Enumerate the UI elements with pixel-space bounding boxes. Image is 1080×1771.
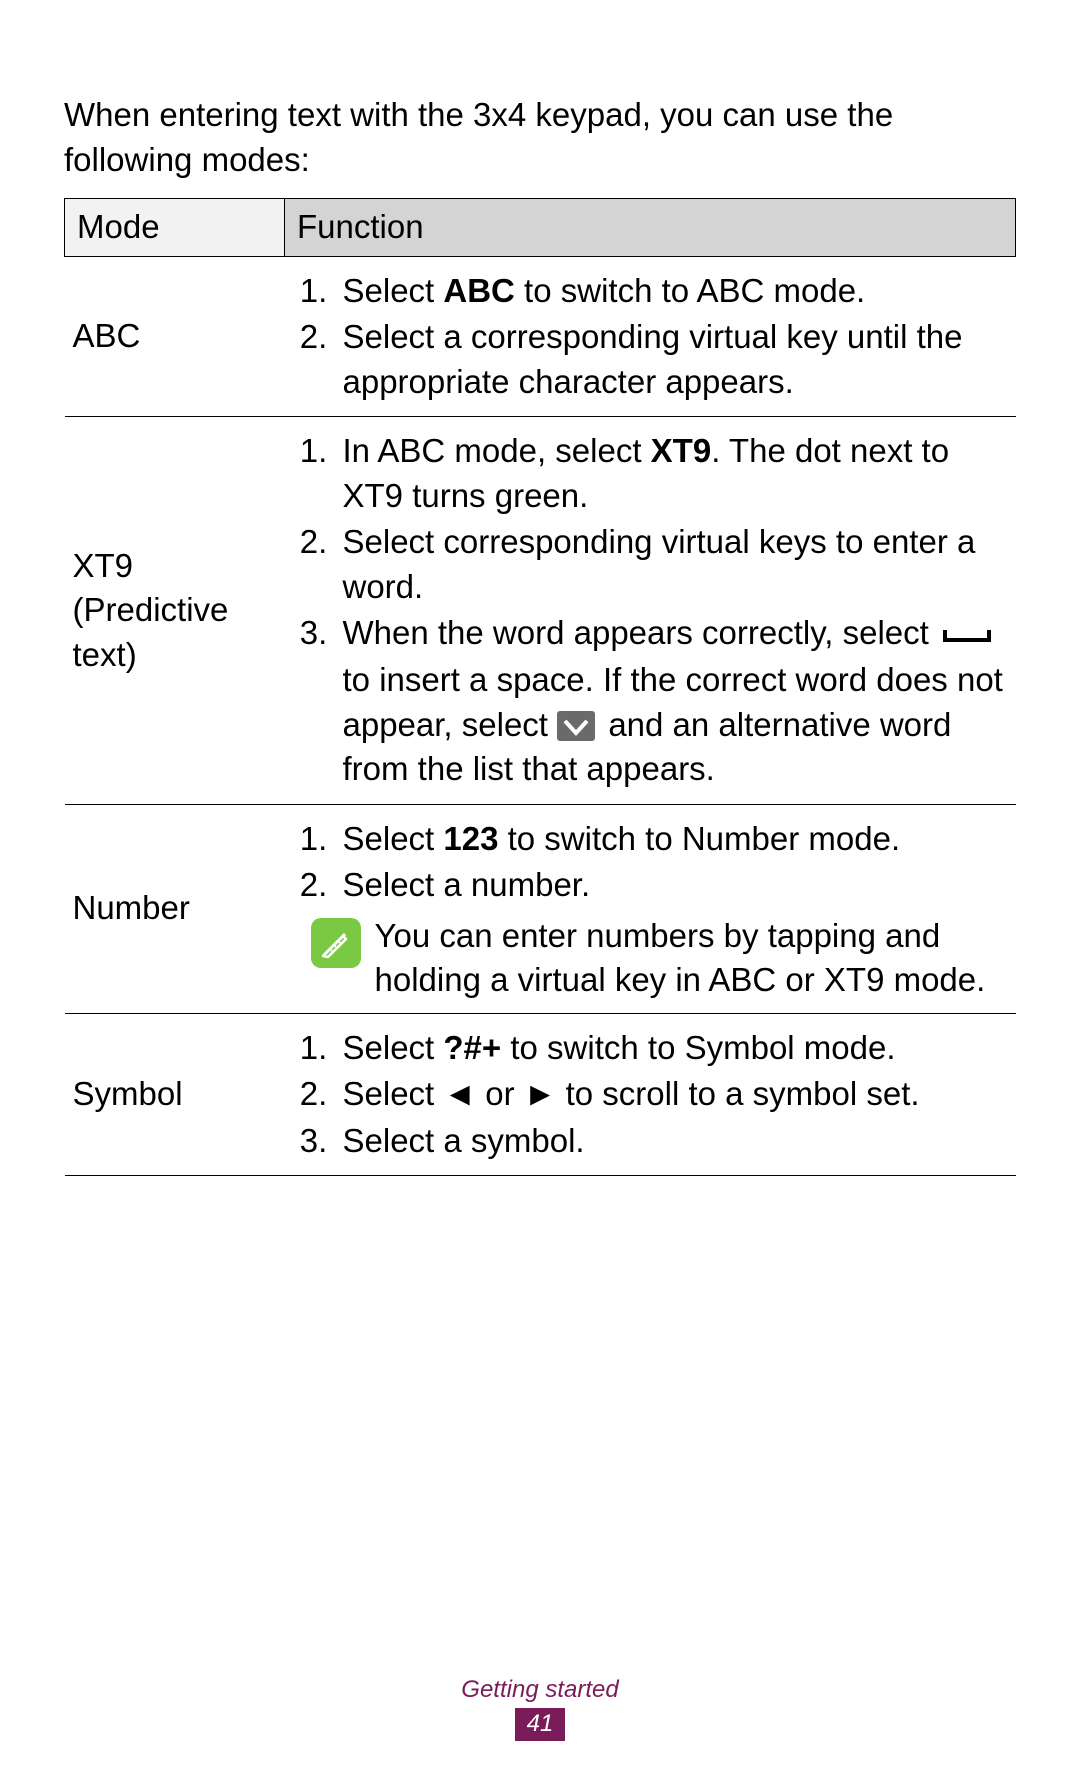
note-block: You can enter numbers by tapping and hol… xyxy=(297,914,1008,1003)
function-cell-symbol: Select ?#+ to switch to Symbol mode. Sel… xyxy=(285,1013,1016,1176)
dropdown-arrow-icon xyxy=(557,711,595,741)
table-header-row: Mode Function xyxy=(65,199,1016,257)
symbol-step-2: Select ◄ or ► to scroll to a symbol set. xyxy=(337,1072,1008,1117)
modes-table: Mode Function ABC Select ABC to switch t… xyxy=(64,198,1016,1176)
text: to scroll to a symbol set. xyxy=(556,1075,919,1112)
mode-cell-number: Number xyxy=(65,804,285,1013)
mode-cell-abc: ABC xyxy=(65,256,285,417)
manual-page: When entering text with the 3x4 keypad, … xyxy=(0,0,1080,1771)
function-cell-abc: Select ABC to switch to ABC mode. Select… xyxy=(285,256,1016,417)
text: When the word appears correctly, select xyxy=(343,614,938,651)
footer-section-label: Getting started xyxy=(0,1676,1080,1704)
text: to switch to ABC mode. xyxy=(515,272,865,309)
header-function: Function xyxy=(285,199,1016,257)
bold-text: ABC xyxy=(443,272,515,309)
left-arrow-icon: ◄ xyxy=(443,1075,476,1112)
abc-steps: Select ABC to switch to ABC mode. Select… xyxy=(297,269,1008,405)
bold-text: ?#+ xyxy=(443,1029,501,1066)
function-cell-xt9: In ABC mode, select XT9. The dot next to… xyxy=(285,417,1016,804)
right-arrow-icon: ► xyxy=(524,1075,557,1112)
symbol-step-1: Select ?#+ to switch to Symbol mode. xyxy=(337,1026,1008,1071)
text: to switch to Symbol mode. xyxy=(501,1029,895,1066)
symbol-steps: Select ?#+ to switch to Symbol mode. Sel… xyxy=(297,1026,1008,1164)
header-mode: Mode xyxy=(65,199,285,257)
page-number-badge: 41 xyxy=(515,1708,566,1741)
abc-step-1: Select ABC to switch to ABC mode. xyxy=(337,269,1008,314)
abc-step-2: Select a corresponding virtual key until… xyxy=(337,315,1008,404)
note-icon xyxy=(311,918,361,968)
table-row: Symbol Select ?#+ to switch to Symbol mo… xyxy=(65,1013,1016,1176)
xt9-step-1: In ABC mode, select XT9. The dot next to… xyxy=(337,429,1008,518)
text: Select xyxy=(343,272,444,309)
space-key-icon xyxy=(942,613,992,658)
number-steps: Select 123 to switch to Number mode. Sel… xyxy=(297,817,1008,908)
number-step-1: Select 123 to switch to Number mode. xyxy=(337,817,1008,862)
text: to switch to Number mode. xyxy=(498,820,900,857)
note-text: You can enter numbers by tapping and hol… xyxy=(375,914,1008,1003)
xt9-steps: In ABC mode, select XT9. The dot next to… xyxy=(297,429,1008,791)
table-row: XT9 (Predictive text) In ABC mode, selec… xyxy=(65,417,1016,804)
mode-cell-xt9: XT9 (Predictive text) xyxy=(65,417,285,804)
function-cell-number: Select 123 to switch to Number mode. Sel… xyxy=(285,804,1016,1013)
text: Select xyxy=(343,1075,444,1112)
number-step-2: Select a number. xyxy=(337,863,1008,908)
table-row: Number Select 123 to switch to Number mo… xyxy=(65,804,1016,1013)
xt9-step-2: Select corresponding virtual keys to ent… xyxy=(337,520,1008,609)
bold-text: 123 xyxy=(443,820,498,857)
text: or xyxy=(476,1075,524,1112)
mode-cell-symbol: Symbol xyxy=(65,1013,285,1176)
xt9-step-3: When the word appears correctly, select … xyxy=(337,611,1008,791)
text: In ABC mode, select xyxy=(343,432,651,469)
intro-paragraph: When entering text with the 3x4 keypad, … xyxy=(64,93,1016,182)
symbol-step-3: Select a symbol. xyxy=(337,1119,1008,1164)
table-row: ABC Select ABC to switch to ABC mode. Se… xyxy=(65,256,1016,417)
page-footer: Getting started 41 xyxy=(0,1676,1080,1741)
text: Select xyxy=(343,820,444,857)
text: Select xyxy=(343,1029,444,1066)
bold-text: XT9 xyxy=(651,432,712,469)
